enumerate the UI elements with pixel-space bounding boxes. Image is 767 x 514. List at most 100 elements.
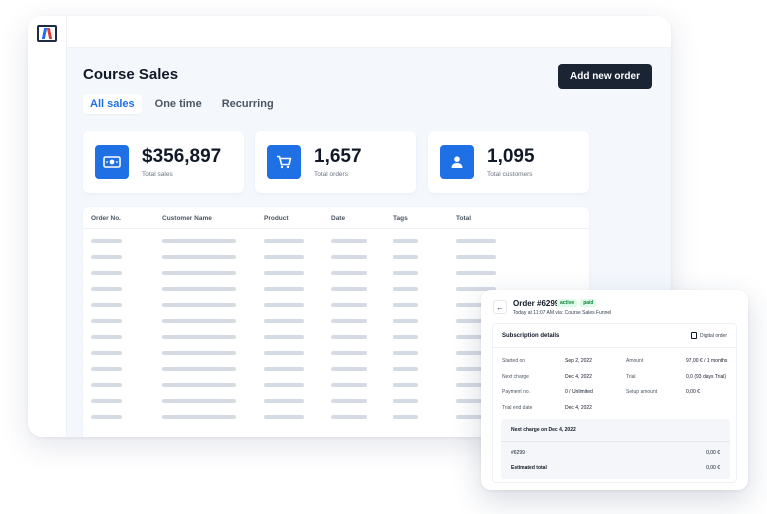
placeholder-cell (91, 271, 122, 275)
stat-card-total-sales: $356,897 Total sales (83, 131, 244, 193)
cart-icon (267, 145, 301, 179)
placeholder-cell (91, 383, 122, 387)
placeholder-cell (264, 383, 304, 387)
placeholder-cell (331, 351, 367, 355)
detail-value: Sep 2, 2022 (565, 358, 592, 364)
placeholder-cell (331, 367, 367, 371)
column-header[interactable]: Product (264, 215, 289, 222)
table-row[interactable] (83, 271, 589, 275)
placeholder-cell (393, 367, 418, 371)
placeholder-cell (264, 335, 304, 339)
logo-mark-right (46, 28, 53, 39)
digital-order-label: Digital order (700, 332, 727, 339)
line-item-value: 0,00 € (706, 450, 720, 456)
total-orders-value: 1,657 (314, 146, 362, 167)
placeholder-cell (393, 303, 418, 307)
top-bar (67, 16, 671, 48)
total-customers-value: 1,095 (487, 146, 535, 167)
placeholder-cell (162, 239, 236, 243)
order-detail-panel: ← Order #6299 active paid Today at 11:07… (481, 290, 748, 490)
placeholder-cell (264, 303, 304, 307)
divider (501, 441, 730, 442)
estimated-total-value: 0,00 € (706, 465, 720, 471)
placeholder-cell (331, 271, 367, 275)
detail-label: Amount (626, 358, 644, 364)
placeholder-cell (91, 399, 122, 403)
detail-value: 0,00 € (686, 389, 700, 395)
back-arrow-icon[interactable]: ← (493, 300, 507, 314)
detail-value: Dec 4, 2022 (565, 374, 592, 380)
next-charge-title: Next charge on Dec 4, 2022 (511, 427, 576, 433)
table-header: Order No. Customer Name Product Date Tag… (83, 207, 589, 229)
placeholder-cell (162, 335, 236, 339)
placeholder-cell (393, 415, 418, 419)
placeholder-cell (162, 271, 236, 275)
placeholder-cell (331, 319, 367, 323)
app-logo[interactable] (37, 25, 57, 42)
placeholder-cell (331, 239, 367, 243)
next-charge-box: Next charge on Dec 4, 2022 #6299 0,00 € … (501, 419, 730, 479)
placeholder-cell (331, 383, 367, 387)
placeholder-cell (162, 319, 236, 323)
placeholder-cell (393, 383, 418, 387)
detail-label: Trial (626, 374, 636, 380)
table-row[interactable] (83, 255, 589, 259)
placeholder-cell (162, 351, 236, 355)
column-header[interactable]: Customer Name (162, 215, 212, 222)
table-row[interactable] (83, 239, 589, 243)
placeholder-cell (331, 287, 367, 291)
placeholder-cell (393, 399, 418, 403)
order-badges: active paid (557, 299, 597, 307)
user-icon (440, 145, 474, 179)
placeholder-cell (331, 303, 367, 307)
column-header[interactable]: Total (456, 215, 471, 222)
placeholder-cell (456, 255, 496, 259)
placeholder-cell (331, 335, 367, 339)
column-header[interactable]: Order No. (91, 215, 121, 222)
placeholder-cell (393, 255, 418, 259)
placeholder-cell (393, 351, 418, 355)
placeholder-cell (393, 335, 418, 339)
line-item-label: #6299 (511, 450, 525, 456)
placeholder-cell (393, 287, 418, 291)
detail-label: Trial end date (502, 405, 533, 411)
detail-value: Dec 4, 2022 (565, 405, 592, 411)
placeholder-cell (91, 415, 122, 419)
column-header[interactable]: Tags (393, 215, 408, 222)
placeholder-cell (91, 287, 122, 291)
placeholder-cell (162, 415, 236, 419)
placeholder-cell (264, 367, 304, 371)
detail-value: 0 / Unlimited (565, 389, 593, 395)
detail-label: Started on (502, 358, 526, 364)
placeholder-cell (393, 271, 418, 275)
tab-recurring[interactable]: Recurring (215, 94, 281, 114)
total-sales-value: $356,897 (142, 146, 222, 167)
subscription-title: Subscription details (502, 333, 560, 339)
subscription-details-card: Subscription details Digital order Start… (492, 323, 737, 483)
placeholder-cell (264, 239, 304, 243)
detail-label: Payment no. (502, 389, 531, 395)
placeholder-cell (162, 383, 236, 387)
sidebar (28, 16, 67, 437)
total-customers-label: Total customers (487, 171, 533, 178)
placeholder-cell (264, 319, 304, 323)
detail-value: 0,0 (93 days Trial) (686, 374, 727, 380)
placeholder-cell (264, 287, 304, 291)
placeholder-cell (331, 415, 367, 419)
tab-one-time[interactable]: One time (148, 94, 209, 114)
placeholder-cell (162, 399, 236, 403)
column-header[interactable]: Date (331, 215, 345, 222)
subscription-header: Subscription details Digital order (493, 324, 736, 348)
placeholder-cell (162, 287, 236, 291)
placeholder-cell (456, 271, 496, 275)
detail-label: Next charge (502, 374, 529, 380)
add-new-order-button[interactable]: Add new order (558, 64, 652, 89)
document-icon (691, 332, 698, 339)
total-orders-label: Total orders (314, 171, 348, 178)
order-subtitle: Today at 11:07 AM via: Course Sales Funn… (513, 310, 612, 316)
tab-all-sales[interactable]: All sales (83, 94, 142, 114)
detail-value: 97,00 € / 1 months (686, 358, 728, 364)
placeholder-cell (264, 399, 304, 403)
placeholder-cell (91, 367, 122, 371)
stat-card-total-orders: 1,657 Total orders (255, 131, 416, 193)
